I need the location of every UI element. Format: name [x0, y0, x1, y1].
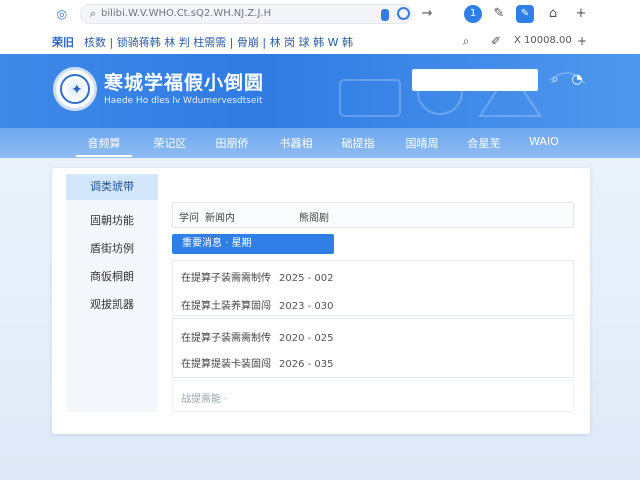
user-icon[interactable]: ◔: [568, 71, 586, 89]
list-item[interactable]: 在提算子装需需制传 2025 - 002: [181, 269, 334, 284]
news-title: 在提算土装养算固闯: [181, 301, 271, 312]
header-col-1[interactable]: 学问: [179, 209, 199, 224]
nav-item-4[interactable]: 书器相: [278, 135, 314, 157]
home-icon[interactable]: ⌂: [544, 5, 562, 23]
list-item[interactable]: 在提算提装卡装固闯 2026 - 035: [181, 355, 334, 370]
list-item[interactable]: 在提算子装需需制传 2020 - 025: [181, 329, 334, 344]
header-col-3[interactable]: 熊阁剧: [299, 209, 329, 224]
sidebar-item-4[interactable]: 商仮桐朗: [66, 264, 158, 290]
search-input[interactable]: [412, 69, 538, 91]
nav-item-3[interactable]: 田朋侨: [214, 135, 250, 157]
forward-arrow-icon[interactable]: →: [418, 5, 436, 23]
record-icon[interactable]: [381, 9, 389, 21]
site-title: 寒城学福假小倒圆: [104, 72, 265, 94]
news-title: 在提算子装需需制传: [181, 273, 271, 284]
more-link[interactable]: 战提需能 ·: [181, 390, 227, 405]
hero-banner: ✦ 寒城学福假小倒圆 Haede Ho dles lv Wdumervesdts…: [0, 54, 640, 128]
list-item[interactable]: 在提算土装养算固闯 2023 - 030: [181, 297, 334, 312]
header-col-2[interactable]: 新闻内: [205, 209, 235, 224]
school-emblem-icon[interactable]: ✦: [53, 67, 97, 111]
list-header: 学问 新闻内 熊阁剧: [172, 202, 574, 228]
star-icon: ✦: [71, 82, 83, 98]
news-group-1: 在提算子装需需制传 2025 - 002 在提算土装养算固闯 2023 - 030: [172, 260, 574, 316]
selected-category[interactable]: 重要消息 · 星期: [172, 234, 334, 254]
search-icon[interactable]: ⌕: [546, 71, 564, 89]
extension-icon[interactable]: ✎: [490, 5, 508, 23]
search-icon[interactable]: ⌕: [458, 33, 474, 49]
sidebar-item-3[interactable]: 盾街坊例: [66, 236, 158, 262]
nav-item-7[interactable]: 合星芜: [466, 135, 502, 157]
status-text: X 10008.00: [514, 35, 572, 46]
main-nav: 音频算 荣记区 田朋侨 书器相 础提指 国晴周 合星芜 WAIO: [0, 128, 640, 158]
news-date: 2026 - 035: [279, 359, 334, 370]
news-title: 在提算提装卡装固闯: [181, 359, 271, 370]
nav-item-8[interactable]: WAIO: [526, 135, 562, 157]
edit-icon[interactable]: ✎: [516, 5, 534, 23]
news-list: 学问 新闻内 熊阁剧 重要消息 · 星期 在提算子装需需制传 2025 - 002…: [172, 202, 574, 412]
nav-item-6[interactable]: 国晴周: [404, 135, 440, 157]
bookmark-links[interactable]: 核数 | 锁骑蒋韩 林 判 柱需需 | 骨崩 | 林 岗 球 韩 W 韩: [84, 34, 353, 50]
add-icon[interactable]: +: [574, 33, 590, 49]
nav-item-5[interactable]: 础提指: [340, 135, 376, 157]
browser-bar: ◎ ⌕ bilibi.W.V.WHO.Ct.sQ2.WH.NJ.Z.J.H → …: [0, 0, 640, 28]
note-icon[interactable]: ✐: [488, 33, 504, 49]
bookmarks-bar: 荣旧 核数 | 锁骑蒋韩 林 判 柱需需 | 骨崩 | 林 岗 球 韩 W 韩 …: [0, 28, 640, 54]
more-link-row: 战提需能 ·: [172, 380, 574, 412]
news-date: 2025 - 002: [279, 273, 334, 284]
sidebar-item-2[interactable]: 固朝坊能: [66, 208, 158, 234]
news-group-2: 在提算子装需需制传 2020 - 025 在提算提装卡装固闯 2026 - 035: [172, 318, 574, 378]
emblem-inner: ✦: [60, 74, 90, 104]
bookmark-home[interactable]: 荣旧: [52, 34, 74, 50]
sidebar-item-1[interactable]: 调类琥带: [66, 174, 158, 200]
new-tab-icon[interactable]: +: [572, 5, 590, 23]
reload-icon[interactable]: [397, 7, 410, 20]
search-icon: ⌕: [89, 7, 97, 20]
sidebar-item-5[interactable]: 观拔凯器: [66, 292, 158, 318]
content-panel: 调类琥带 固朝坊能 盾街坊例 商仮桐朗 观拔凯器 学问 新闻内 熊阁剧 重要消息…: [52, 168, 590, 434]
url-text[interactable]: bilibi.W.V.WHO.Ct.sQ2.WH.NJ.Z.J.H: [101, 8, 271, 19]
compass-icon[interactable]: ◎: [54, 6, 70, 22]
profile-icon[interactable]: 1: [464, 5, 482, 23]
site-subtitle: Haede Ho dles lv Wdumervesdtseit: [104, 96, 263, 106]
nav-item-2[interactable]: 荣记区: [152, 135, 188, 157]
nav-item-1[interactable]: 音频算: [76, 135, 132, 157]
news-date: 2020 - 025: [279, 333, 334, 344]
news-title: 在提算子装需需制传: [181, 333, 271, 344]
news-date: 2023 - 030: [279, 301, 334, 312]
sidebar: 调类琥带 固朝坊能 盾街坊例 商仮桐朗 观拔凯器: [66, 174, 158, 412]
address-bar[interactable]: ⌕ bilibi.W.V.WHO.Ct.sQ2.WH.NJ.Z.J.H: [80, 4, 412, 24]
